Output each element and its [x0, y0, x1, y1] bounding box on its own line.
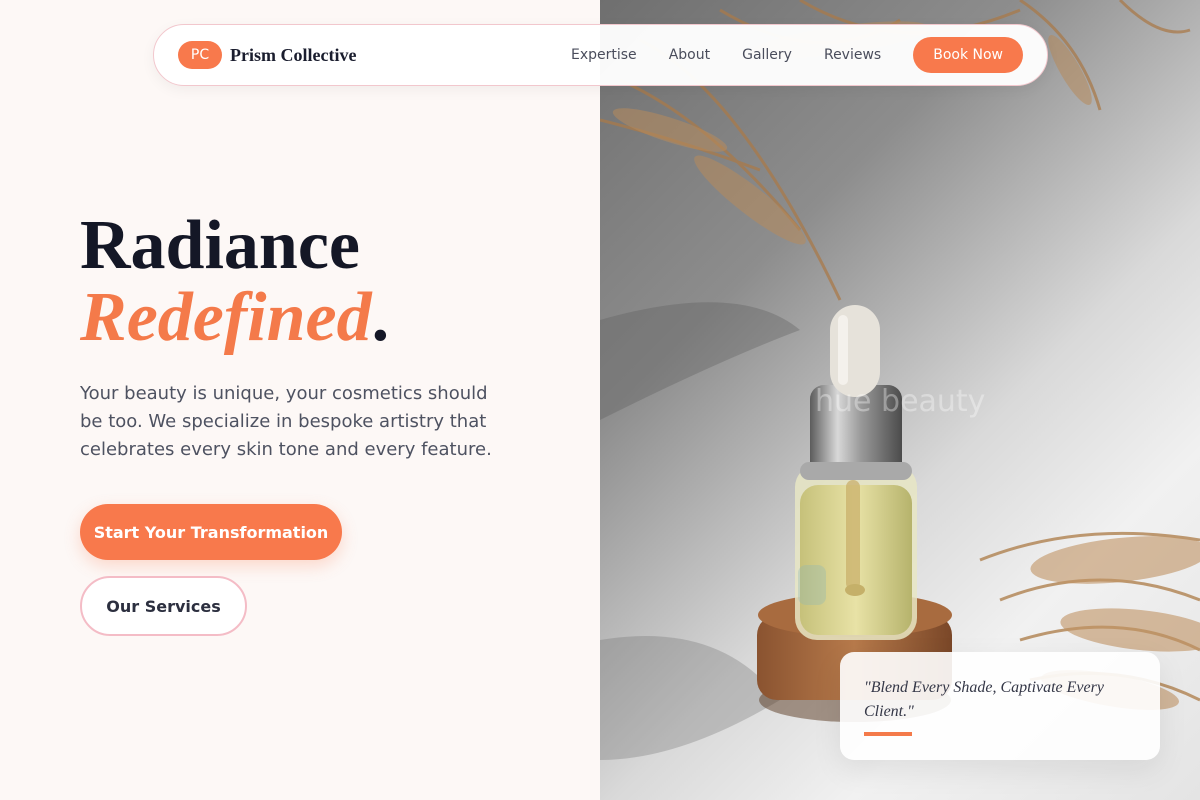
- hero-title: Radiance Redefined.: [80, 210, 389, 354]
- brand-name[interactable]: Prism Collective: [230, 45, 356, 66]
- hero-description: Your beauty is unique, your cosmetics sh…: [80, 383, 492, 460]
- logo-badge[interactable]: PC: [178, 41, 222, 69]
- hero-title-accent: Redefined: [80, 279, 372, 356]
- hero-title-line2: Redefined.: [80, 282, 389, 354]
- hero-title-period: .: [371, 279, 390, 356]
- nav-link-about[interactable]: About: [669, 47, 710, 63]
- quote-text: "Blend Every Shade, Captivate Every Clie…: [864, 679, 1104, 720]
- hero-title-line1: Radiance: [80, 207, 360, 284]
- quote-card: "Blend Every Shade, Captivate Every Clie…: [840, 652, 1160, 760]
- nav-link-expertise[interactable]: Expertise: [571, 47, 637, 63]
- nav-links: Expertise About Gallery Reviews Book Now: [571, 37, 1023, 73]
- nav-link-gallery[interactable]: Gallery: [742, 47, 792, 63]
- hero-left-panel: Radiance Redefined. Your beauty is uniqu…: [0, 0, 600, 800]
- nav-link-reviews[interactable]: Reviews: [824, 47, 881, 63]
- our-services-button[interactable]: Our Services: [80, 576, 247, 636]
- start-transformation-button[interactable]: Start Your Transformation: [80, 504, 342, 560]
- image-watermark: hue beauty: [815, 384, 986, 419]
- quote-accent-underline: [864, 732, 912, 736]
- top-navbar: PC Prism Collective Expertise About Gall…: [153, 24, 1048, 86]
- book-now-button[interactable]: Book Now: [913, 37, 1023, 73]
